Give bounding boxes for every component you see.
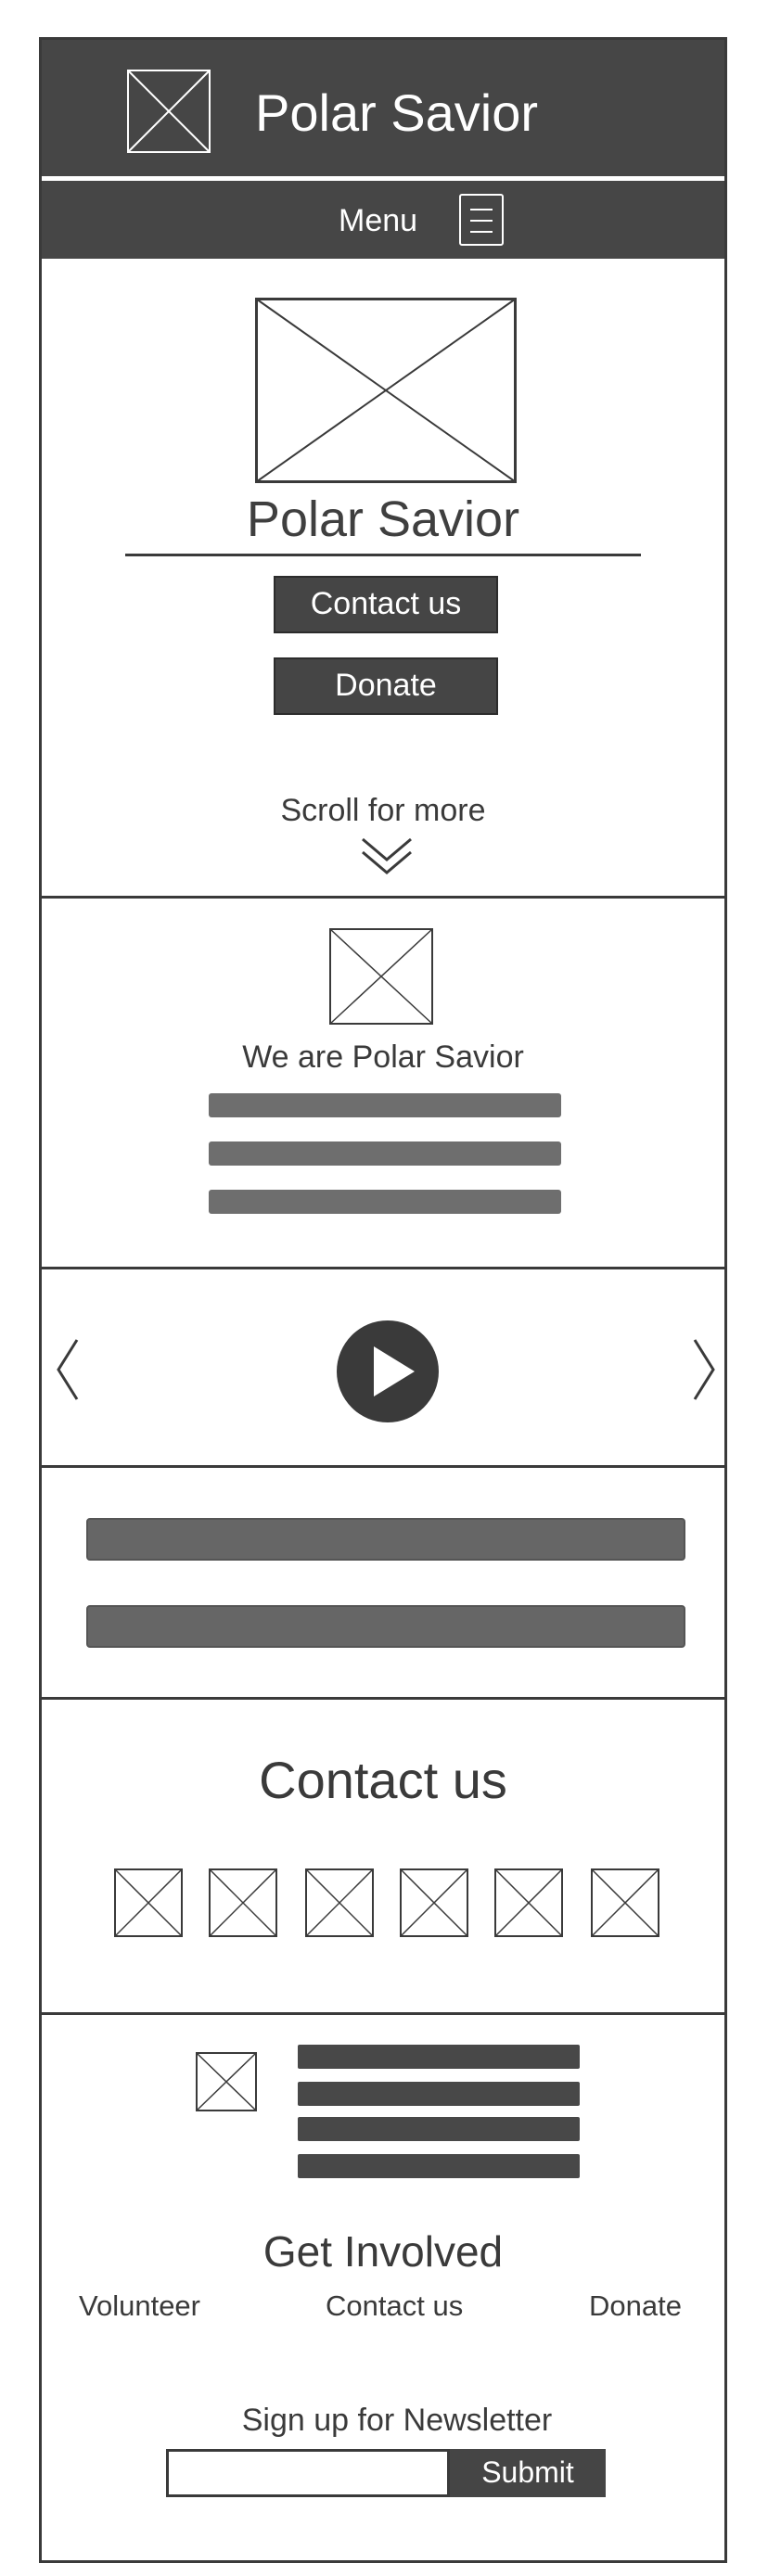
video-carousel [42,1269,724,1468]
chevron-left-icon[interactable] [55,1338,81,1401]
text-line-placeholder [86,1605,685,1648]
donate-button[interactable]: Donate [274,657,498,715]
page-frame: Polar Savior Menu Polar Savior Contact u… [39,37,727,2563]
hero-section: Polar Savior Contact us Donate Scroll fo… [42,259,724,899]
contact-us-link[interactable]: Contact us [326,2289,463,2323]
footer-section: Get Involved Volunteer Contact us Donate… [42,2015,724,2566]
footer-text-line-placeholder [298,2045,580,2069]
text-line-placeholder [209,1190,561,1214]
menu-label[interactable]: Menu [339,203,417,239]
play-icon[interactable] [337,1320,439,1422]
text-line-placeholder [86,1518,685,1561]
social-icon-placeholder-icon[interactable] [305,1868,374,1937]
site-title: Polar Savior [255,83,539,142]
logo-image-placeholder-icon[interactable] [127,70,211,153]
text-line-placeholder [209,1093,561,1117]
scroll-for-more-text: Scroll for more [280,793,486,828]
footer-text-line-placeholder [298,2117,580,2141]
about-title: We are Polar Savior [242,1039,524,1075]
newsletter-email-input[interactable] [166,2449,450,2497]
social-icon-placeholder-icon[interactable] [114,1868,183,1937]
chevron-double-down-icon[interactable] [359,834,415,876]
site-header: Polar Savior [42,40,724,176]
contact-title: Contact us [259,1751,507,1809]
footer-image-placeholder-icon [196,2052,257,2111]
social-icon-placeholder-icon[interactable] [209,1868,277,1937]
social-icon-placeholder-icon[interactable] [400,1868,468,1937]
volunteer-link[interactable]: Volunteer [79,2289,200,2323]
contact-section: Contact us [42,1700,724,2015]
hero-divider [125,554,641,556]
newsletter-label: Sign up for Newsletter [241,2403,553,2438]
about-image-placeholder-icon [329,928,433,1025]
footer-text-line-placeholder [298,2154,580,2178]
footer-text-line-placeholder [298,2082,580,2106]
donate-link[interactable]: Donate [589,2289,682,2323]
about-section: We are Polar Savior [42,899,724,1269]
text-block-section [42,1468,724,1700]
get-involved-title: Get Involved [262,2227,504,2276]
social-icon-placeholder-icon[interactable] [591,1868,659,1937]
hero-image-placeholder-icon [255,298,517,483]
hero-title: Polar Savior [246,491,520,547]
social-icon-placeholder-icon[interactable] [494,1868,563,1937]
text-line-placeholder [209,1141,561,1166]
menu-bar[interactable]: Menu [42,179,724,259]
contact-us-button[interactable]: Contact us [274,576,498,633]
hamburger-menu-icon[interactable] [459,194,504,246]
submit-button[interactable]: Submit [450,2449,606,2497]
chevron-right-icon[interactable] [691,1338,717,1401]
